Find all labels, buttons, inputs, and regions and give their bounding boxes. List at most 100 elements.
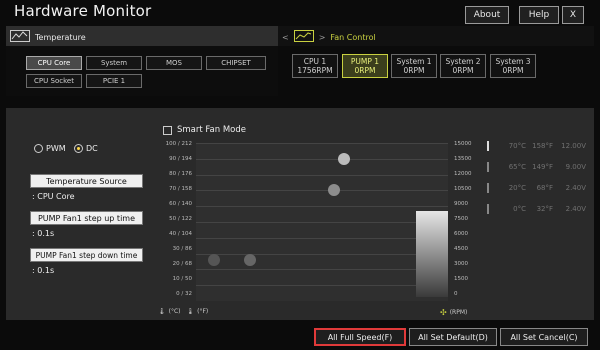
all-set-cancel-button[interactable]: All Set Cancel(C) [500,328,588,346]
readout-f: 68°F [536,184,553,192]
readout-bar [487,183,489,193]
thermometer-icon [10,30,30,44]
temperature-source-value: : CPU Core [32,192,75,201]
y-right-axis: 15000 13500 12000 10500 9000 7500 6000 4… [454,141,472,297]
temperature-units: 🌡 (°C) 🌡 (°F) [158,308,208,315]
temp-btn-system[interactable]: System [86,56,142,70]
y-right-tick: 1500 [454,276,468,282]
temperature-source-button[interactable]: Temperature Source [30,174,143,188]
temp-btn-chipset[interactable]: CHIPSET [206,56,266,70]
fan-rpm: 1756RPM [297,66,333,75]
fan-control-header: < > Fan Control [282,30,376,44]
y-right-tick: 13500 [454,156,472,162]
radio-circle [74,144,83,153]
fan-btn-system-2[interactable]: System 2 0RPM [440,54,486,78]
all-set-default-button[interactable]: All Set Default(D) [409,328,497,346]
temp-btn-cpu-socket[interactable]: CPU Socket [26,74,82,88]
thermometer-c-icon: 🌡 [158,308,166,315]
y-right-tick: 9000 [454,201,468,207]
current-speed-bar [416,211,448,297]
fan-btn-pump-1[interactable]: PUMP 1 0RPM [342,54,388,78]
thermometer-f-icon: 🌡 [186,308,195,315]
nav-right-arrow[interactable]: > [319,33,326,42]
temp-btn-mos[interactable]: MOS [146,56,202,70]
checkbox-box [163,125,172,135]
fan-name: PUMP 1 [350,57,380,66]
fan-rpm: 0RPM [502,66,524,75]
y-right-tick: 3000 [454,261,468,267]
y-left-tick: 60 / 140 [169,201,192,207]
temp-btn-pcie-1[interactable]: PCIE 1 [86,74,142,88]
y-right-tick: 15000 [454,141,472,147]
curve-point[interactable] [244,254,256,266]
readout-c: 0°C [513,205,526,213]
smart-fan-mode-checkbox[interactable]: Smart Fan Mode [163,125,246,135]
voltage-readouts: 70°C 158°F 12.00V 65°C 149°F 9.00V 20°C … [487,141,586,214]
fan-btn-cpu-1[interactable]: CPU 1 1756RPM [292,54,338,78]
readout-c: 65°C [508,163,526,171]
step-down-time-button[interactable]: PUMP Fan1 step down time [30,248,143,262]
about-button[interactable]: About [465,6,509,24]
fan-rpm: 0RPM [354,66,376,75]
dc-radio[interactable]: DC [74,144,98,153]
readout-row: 20°C 68°F 2.40V [487,183,586,193]
y-left-tick: 0 / 32 [176,291,192,297]
readout-v: 9.00V [565,163,586,171]
fahrenheit-unit: (°F) [197,308,209,315]
readout-row: 0°C 32°F 2.40V [487,204,586,214]
pwm-label: PWM [46,144,66,153]
fan-name: CPU 1 [303,57,327,66]
y-right-tick: 7500 [454,216,468,222]
fan-icon: ✣ [440,308,447,317]
y-left-axis: 100 / 212 90 / 194 80 / 176 70 / 158 60 … [162,141,192,297]
readout-v: 2.40V [565,205,586,213]
y-left-tick: 90 / 194 [169,156,192,162]
readout-c: 70°C [508,142,526,150]
readout-bar [487,204,489,214]
readout-row: 65°C 149°F 9.00V [487,162,586,172]
fan-rpm: 0RPM [403,66,425,75]
radio-circle [34,144,43,153]
hardware-monitor-window: Hardware Monitor About Help X Temperatur… [0,0,600,350]
help-button[interactable]: Help [519,6,559,24]
step-up-time-value: : 0.1s [32,229,55,238]
close-button[interactable]: X [562,6,584,24]
readout-f: 149°F [532,163,553,171]
curve-point[interactable] [328,184,340,196]
y-left-tick: 70 / 158 [169,186,192,192]
y-right-tick: 4500 [454,246,468,252]
y-right-tick: 12000 [454,171,472,177]
fan-control-label: Fan Control [330,32,376,42]
readout-c: 20°C [508,184,526,192]
readout-v: 2.40V [565,184,586,192]
nav-left-arrow[interactable]: < [282,33,289,42]
fan-control-icon [293,30,314,44]
fan-curve-graph[interactable] [196,143,448,301]
y-left-tick: 40 / 104 [169,231,192,237]
fan-rpm: 0RPM [452,66,474,75]
y-left-tick: 100 / 212 [165,141,192,147]
fan-name: System 1 [396,57,432,66]
readout-bar [487,141,489,151]
temperature-label: Temperature [35,32,86,42]
curve-point[interactable] [208,254,220,266]
rpm-unit: (RPM) [449,309,468,316]
step-down-time-value: : 0.1s [32,266,55,275]
fan-name: System 2 [445,57,481,66]
all-full-speed-button[interactable]: All Full Speed(F) [314,328,406,346]
readout-v: 12.00V [561,142,586,150]
fan-btn-system-1[interactable]: System 1 0RPM [391,54,437,78]
pwm-radio[interactable]: PWM [34,144,66,153]
curve-point[interactable] [338,153,350,165]
fan-btn-system-3[interactable]: System 3 0RPM [490,54,536,78]
fan-name: System 3 [495,57,531,66]
y-left-tick: 80 / 176 [169,171,192,177]
temp-btn-cpu-core[interactable]: CPU Core [26,56,82,70]
y-left-tick: 10 / 50 [172,276,192,282]
y-left-tick: 50 / 122 [169,216,192,222]
smart-fan-mode-label: Smart Fan Mode [177,125,246,135]
celsius-unit: (°C) [168,308,181,315]
step-up-time-button[interactable]: PUMP Fan1 step up time [30,211,143,225]
app-title: Hardware Monitor [14,2,152,20]
readout-f: 158°F [532,142,553,150]
